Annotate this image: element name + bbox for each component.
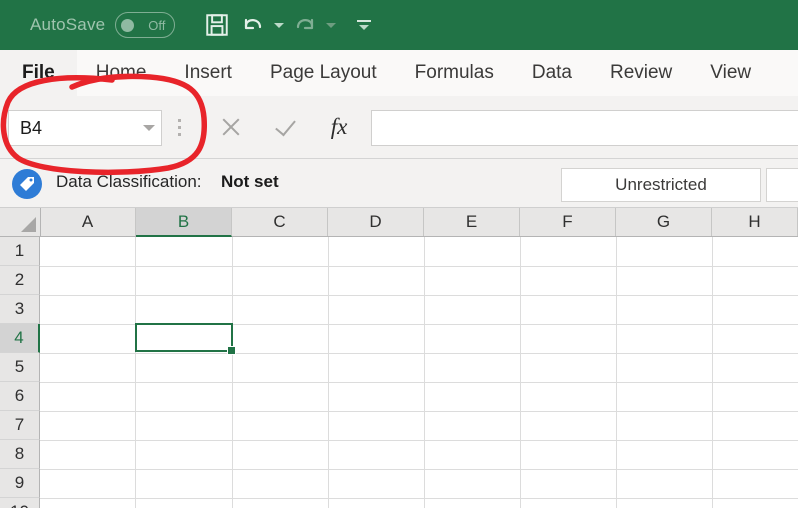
dot xyxy=(177,125,181,129)
tab-home[interactable]: Home xyxy=(77,50,166,96)
column-header-b[interactable]: B xyxy=(136,208,232,237)
row-header-1[interactable]: 1 xyxy=(0,237,40,266)
insert-function-button[interactable]: fx xyxy=(315,110,363,144)
column-header-c[interactable]: C xyxy=(232,208,328,236)
grid-line xyxy=(232,237,233,508)
check-icon xyxy=(274,114,296,136)
chevron-down-icon xyxy=(326,22,337,28)
autosave-toggle-group[interactable]: AutoSave Off xyxy=(30,8,176,42)
cancel-button[interactable] xyxy=(207,110,255,144)
undo-icon xyxy=(245,18,262,30)
grid-line xyxy=(40,498,798,499)
ribbon-tab-bar: File Home Insert Page Layout Formulas Da… xyxy=(0,50,798,96)
grid-line xyxy=(40,469,798,470)
autosave-label: AutoSave xyxy=(30,15,106,34)
excel-window: AutoSave Off File Home Insert Page Layou… xyxy=(0,0,798,508)
row-header-9[interactable]: 9 xyxy=(0,469,40,498)
grid-line xyxy=(135,237,136,508)
tab-insert[interactable]: Insert xyxy=(165,50,251,96)
column-header-a[interactable]: A xyxy=(40,208,136,236)
row-header-8[interactable]: 8 xyxy=(0,440,40,469)
column-header-f[interactable]: F xyxy=(520,208,616,236)
grid-line xyxy=(328,237,329,508)
enter-button[interactable] xyxy=(261,110,309,144)
spreadsheet-grid[interactable]: A B C D E F G H 1 2 3 4 5 6 7 8 9 10 xyxy=(0,208,798,508)
chevron-down-icon xyxy=(274,22,285,28)
grid-line xyxy=(40,266,798,267)
row-header-5[interactable]: 5 xyxy=(0,353,40,382)
data-classification-value: Not set xyxy=(221,172,279,191)
row-header-2[interactable]: 2 xyxy=(0,266,40,295)
tab-file[interactable]: File xyxy=(0,50,77,96)
name-box-dropdown[interactable] xyxy=(137,125,161,131)
name-box[interactable]: B4 xyxy=(8,110,162,146)
undo-button[interactable] xyxy=(235,7,271,43)
autosave-switch[interactable]: Off xyxy=(115,12,176,38)
grid-line xyxy=(40,382,798,383)
grid-line xyxy=(40,411,798,412)
grid-line xyxy=(40,353,798,354)
unrestricted-button[interactable]: Unrestricted xyxy=(561,168,761,202)
grid-line xyxy=(520,237,521,508)
save-icon xyxy=(206,14,229,36)
grid-line xyxy=(424,237,425,508)
formula-input[interactable] xyxy=(371,110,798,146)
data-classification-label: Data Classification: xyxy=(56,172,202,191)
row-header-6[interactable]: 6 xyxy=(0,382,40,411)
tab-formulas[interactable]: Formulas xyxy=(396,50,513,96)
row-header-10[interactable]: 10 xyxy=(0,498,40,508)
name-box-value: B4 xyxy=(20,117,43,138)
name-box-resize-handle[interactable] xyxy=(172,112,186,142)
data-classification-icon-wrap xyxy=(12,169,42,199)
title-bar: AutoSave Off xyxy=(0,0,798,50)
tab-review[interactable]: Review xyxy=(591,50,691,96)
fill-handle[interactable] xyxy=(227,346,236,355)
select-all-triangle-icon xyxy=(21,217,36,232)
autosave-knob xyxy=(121,18,135,32)
column-header-h[interactable]: H xyxy=(712,208,798,236)
grid-line xyxy=(40,295,798,296)
redo-button[interactable] xyxy=(287,7,323,43)
customize-quick-access-toolbar-icon xyxy=(357,20,372,22)
selected-cell-b4[interactable] xyxy=(135,323,233,352)
row-header-4[interactable]: 4 xyxy=(0,324,40,353)
dot xyxy=(177,118,181,122)
redo-icon xyxy=(297,18,314,30)
dot xyxy=(177,132,181,136)
fx-icon: fx xyxy=(330,114,348,139)
column-header-e[interactable]: E xyxy=(424,208,520,236)
autosave-state-label: Off xyxy=(148,17,166,33)
tab-data[interactable]: Data xyxy=(513,50,591,96)
tab-page-layout[interactable]: Page Layout xyxy=(251,50,396,96)
tab-view[interactable]: View xyxy=(691,50,770,96)
undo-dropdown[interactable] xyxy=(271,7,287,43)
row-header-3[interactable]: 3 xyxy=(0,295,40,324)
data-classification-secondary-button[interactable] xyxy=(766,168,798,202)
redo-dropdown[interactable] xyxy=(323,7,339,43)
grid-line xyxy=(616,237,617,508)
grid-line xyxy=(712,237,713,508)
grid-line xyxy=(40,440,798,441)
row-header-7[interactable]: 7 xyxy=(0,411,40,440)
quick-access-toolbar xyxy=(199,7,377,43)
close-icon xyxy=(220,116,242,138)
select-all-button[interactable] xyxy=(0,208,41,236)
tag-icon xyxy=(20,177,34,191)
chevron-down-icon xyxy=(359,25,370,30)
customize-quick-access-toolbar-button[interactable] xyxy=(351,7,377,43)
column-header-d[interactable]: D xyxy=(328,208,424,236)
save-button[interactable] xyxy=(199,7,235,43)
chevron-down-icon xyxy=(143,125,155,131)
column-header-g[interactable]: G xyxy=(616,208,712,236)
